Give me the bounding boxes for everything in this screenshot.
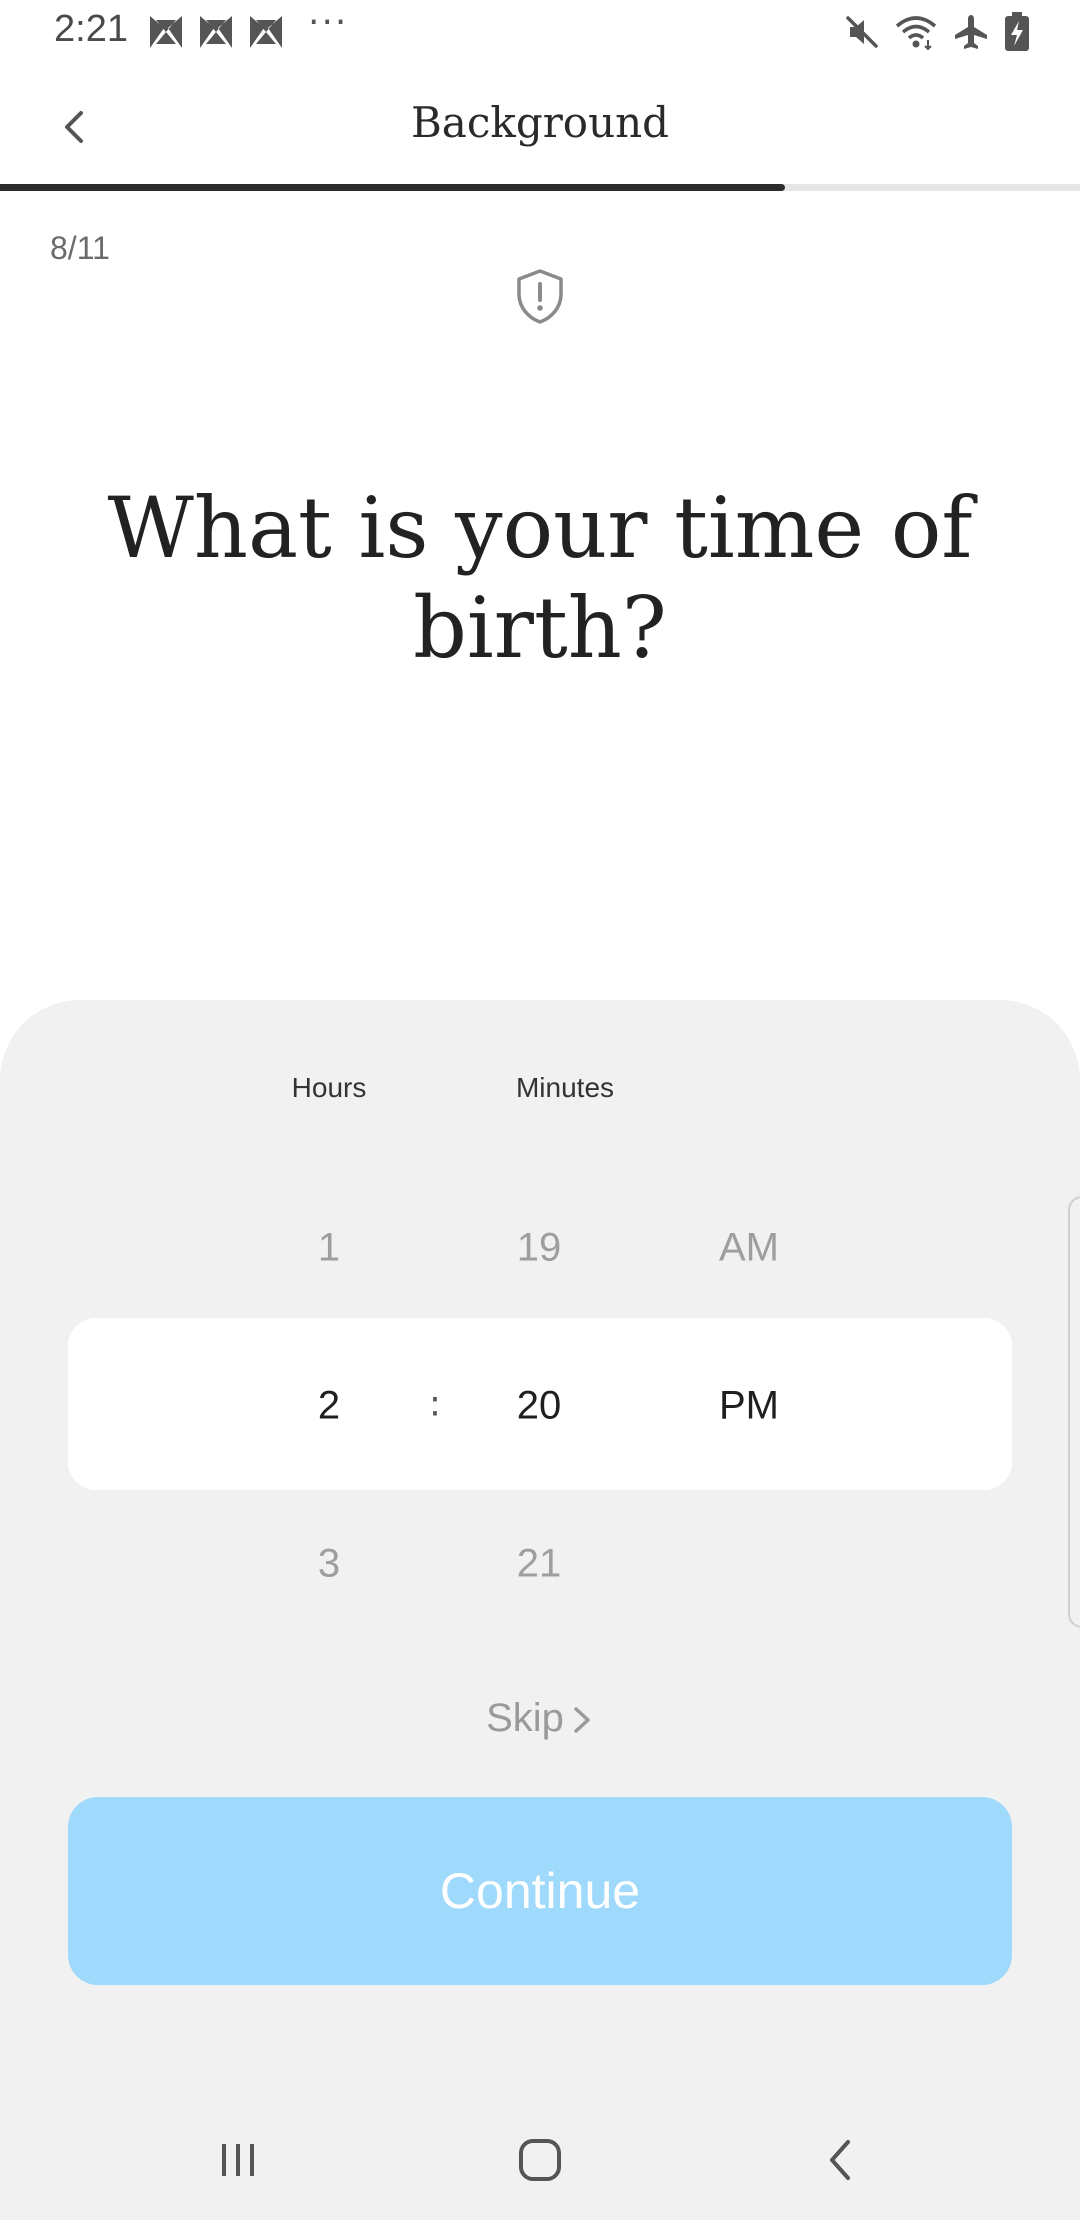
app-bar: Background bbox=[0, 64, 1080, 184]
status-bar: 2:21 ··· bbox=[0, 0, 1080, 64]
app-notification-icon bbox=[250, 16, 282, 48]
minutes-option-prev[interactable]: 19 bbox=[517, 1226, 562, 1271]
skip-label: Skip bbox=[486, 1696, 564, 1740]
home-button[interactable] bbox=[500, 2130, 580, 2190]
mute-icon bbox=[846, 16, 878, 48]
skip-button[interactable]: Skip bbox=[0, 1696, 1080, 1741]
app-notification-icon bbox=[150, 16, 182, 48]
progress-bar bbox=[0, 184, 1080, 191]
home-icon bbox=[519, 2139, 561, 2181]
recent-apps-icon bbox=[222, 2144, 254, 2176]
recent-apps-button[interactable] bbox=[198, 2130, 278, 2190]
status-time: 2:21 bbox=[54, 8, 128, 50]
hours-option-prev[interactable]: 1 bbox=[318, 1226, 340, 1271]
question-heading: What is your time of birth? bbox=[107, 479, 973, 677]
wifi-icon bbox=[895, 16, 937, 50]
status-icons bbox=[844, 10, 1030, 54]
minutes-option-selected[interactable]: 20 bbox=[517, 1384, 562, 1429]
bottom-sheet bbox=[0, 1000, 1080, 2220]
battery-charging-icon bbox=[1005, 12, 1029, 51]
more-notifications-indicator: ··· bbox=[308, 2, 349, 43]
page-title: Background bbox=[410, 98, 670, 147]
chevron-right-icon bbox=[574, 1707, 590, 1734]
screen: 2:21 ··· Background 8/11 What is your ti… bbox=[0, 0, 1080, 2220]
continue-button[interactable]: Continue bbox=[68, 1797, 1012, 1985]
system-back-button[interactable] bbox=[802, 2130, 882, 2190]
airplane-mode-icon bbox=[955, 15, 987, 49]
hours-option-next[interactable]: 3 bbox=[318, 1542, 340, 1587]
time-separator: : bbox=[428, 1383, 442, 1425]
system-nav-bar bbox=[0, 2100, 1080, 2220]
period-option-am[interactable]: AM bbox=[719, 1226, 779, 1271]
side-panel-handle[interactable] bbox=[1068, 1196, 1080, 1628]
hours-header: Hours bbox=[291, 1072, 367, 1103]
back-icon bbox=[830, 2140, 850, 2180]
step-counter: 8/11 bbox=[50, 230, 110, 266]
period-option-pm[interactable]: PM bbox=[719, 1384, 779, 1429]
shield-alert-icon[interactable] bbox=[515, 268, 565, 324]
hours-option-selected[interactable]: 2 bbox=[318, 1384, 340, 1429]
app-notification-icon bbox=[200, 16, 232, 48]
minutes-header: Minutes bbox=[515, 1072, 615, 1103]
minutes-option-next[interactable]: 21 bbox=[517, 1542, 562, 1587]
progress-bar-fill bbox=[0, 184, 786, 191]
